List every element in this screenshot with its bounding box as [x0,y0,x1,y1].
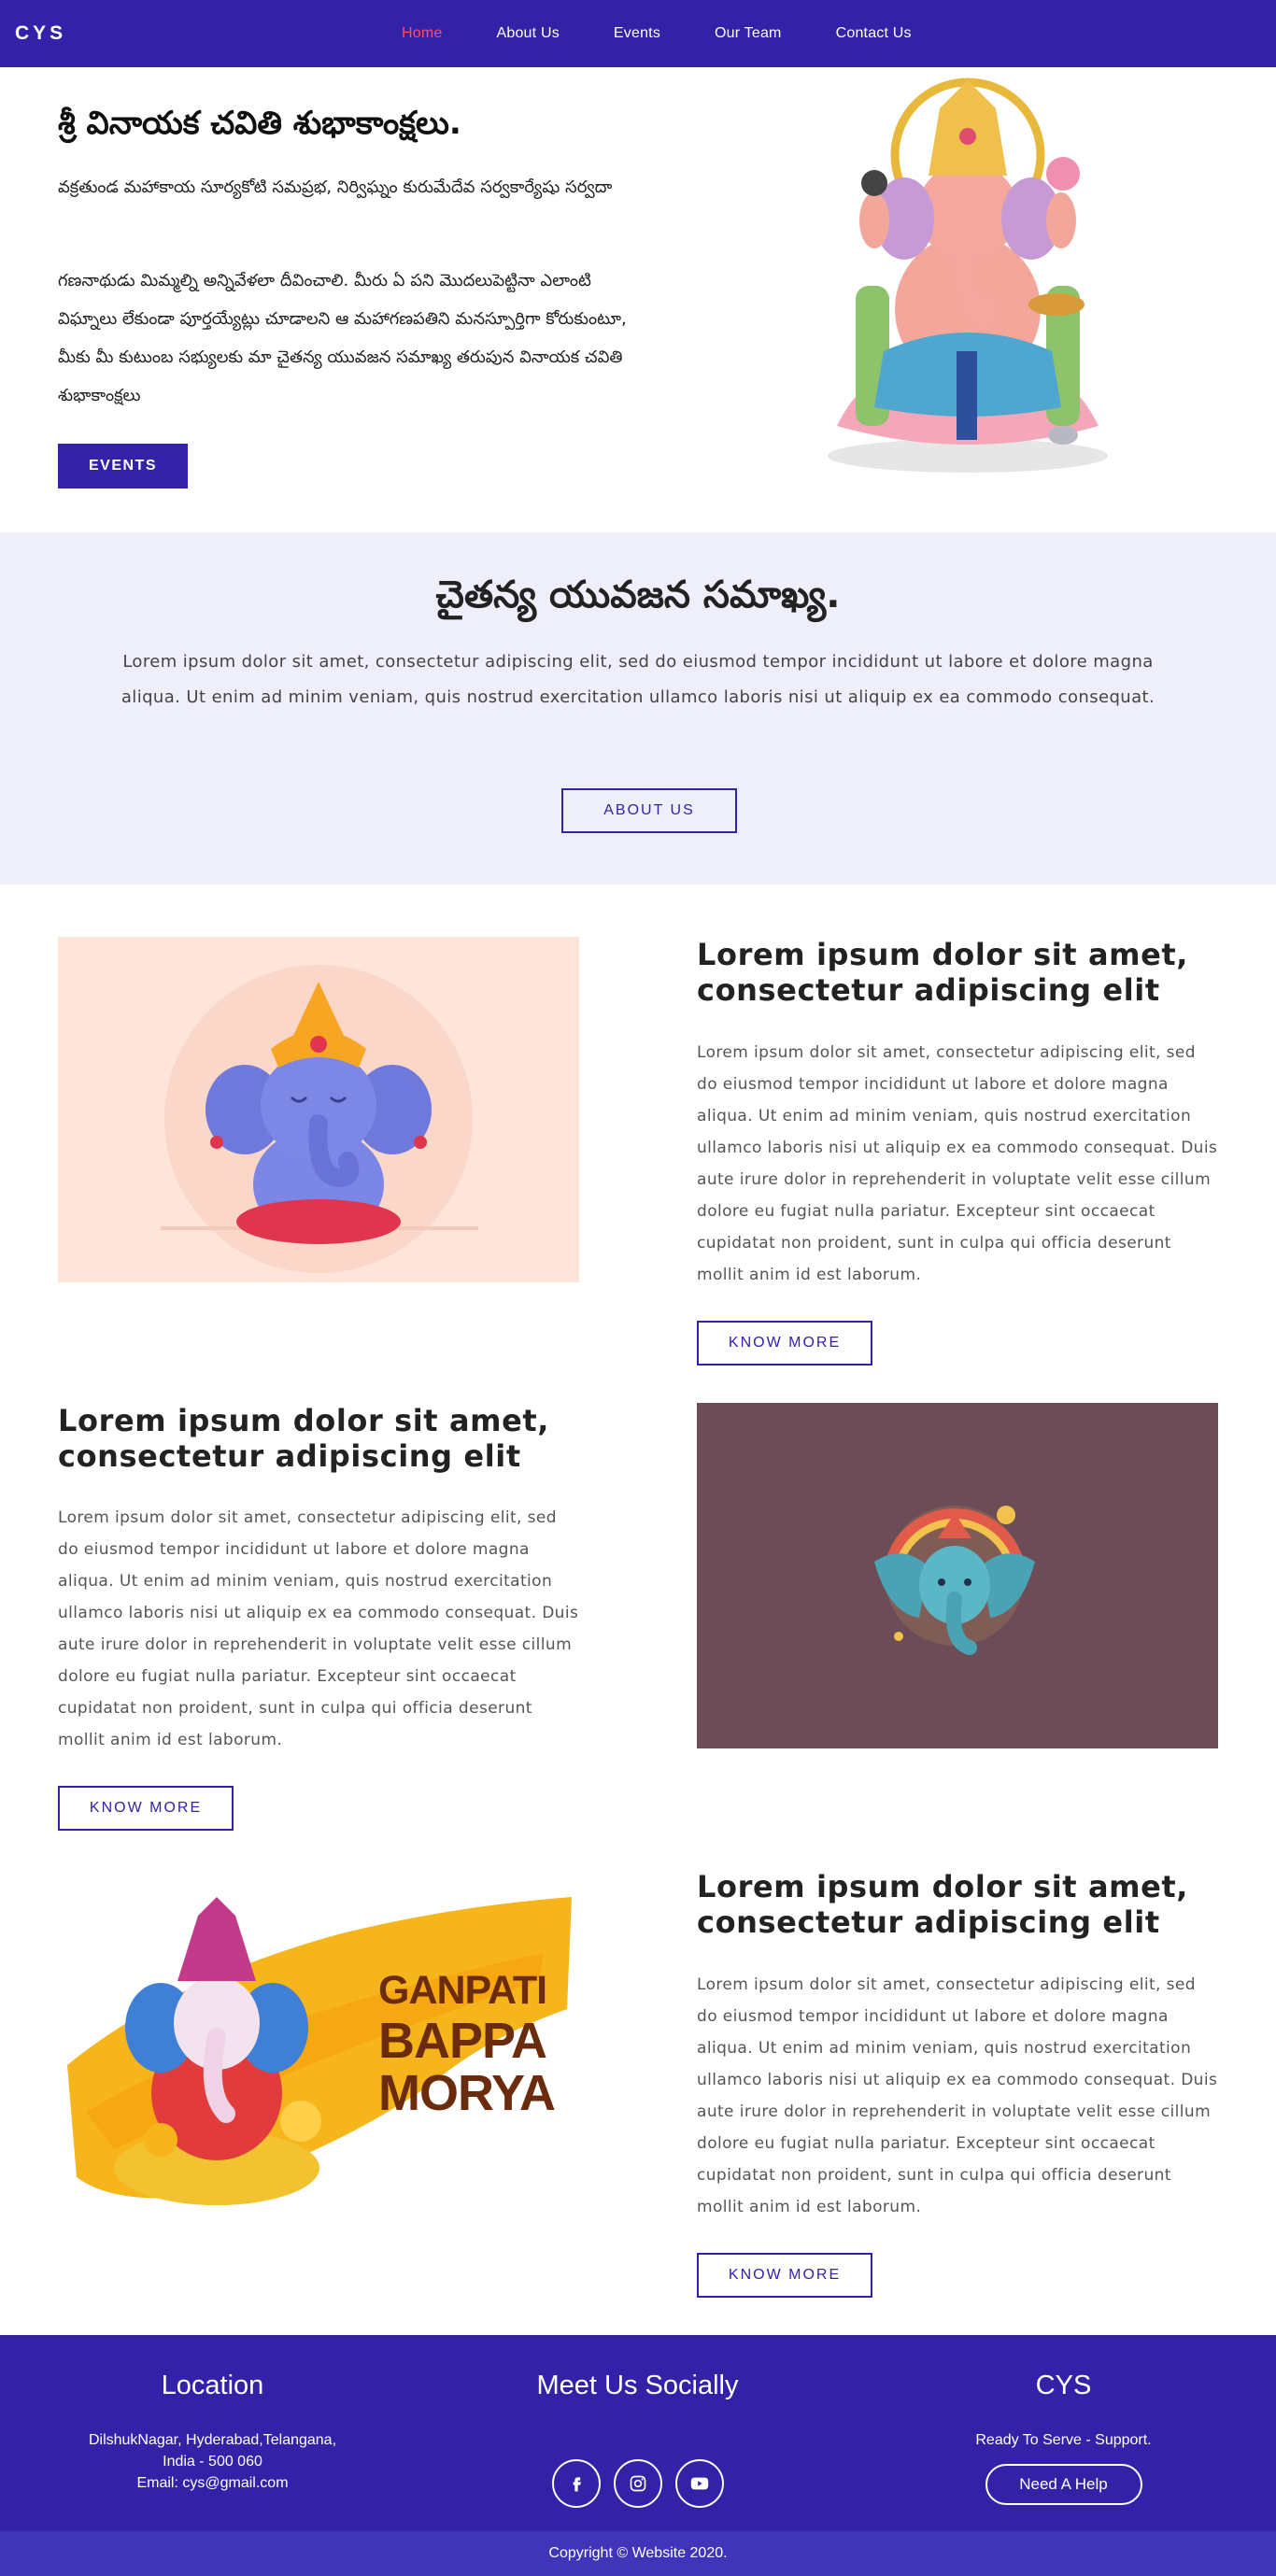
social-links [425,2459,850,2508]
know-more-button-3[interactable]: KNOW MORE [697,2253,872,2298]
feature-text-1: Lorem ipsum dolor sit amet, consectetur … [697,1043,1218,1284]
brand-logo[interactable]: CYS [15,22,66,45]
hero-body-text: గణనాథుడు మిమ్మల్ని అన్నివేళలా దీవించాలి.… [58,271,627,405]
footer-brand: CYS Ready To Serve - Support. Need A Hel… [851,2335,1276,2505]
morya-word: MORYA [378,2065,556,2121]
nav-link-home[interactable]: Home [402,25,442,42]
about-text: Lorem ipsum dolor sit amet, consectetur … [121,652,1155,707]
facebook-icon[interactable] [551,2459,601,2508]
ganpati-word: GANPATI [378,1968,547,2013]
about-title: చైతన్య యువజన సమాఖ్య. [435,573,841,616]
events-button[interactable]: EVENTS [58,444,188,488]
hero-subtitle: వక్రతుండ మహాకాయ సూర్యకోటి సమప్రభ, నిర్వి… [58,177,613,197]
footer-location: Location DilshukNagar, Hyderabad,Telanga… [0,2335,425,2494]
footer-tagline: Ready To Serve - Support. [975,2432,1152,2448]
hero-title: శ్రీ వినాయక చవితి శుభాకాంక్షలు. [58,105,461,142]
bappa-word: BAPPA [378,2013,547,2069]
nav-menu: Home About Us Events Our Team Contact Us [402,0,966,67]
nav-link-our-team[interactable]: Our Team [715,25,782,42]
footer-brand-title: CYS [1035,2371,1092,2400]
location-title: Location [161,2371,264,2400]
address-line-1: DilshukNagar, Hyderabad,Telangana, [88,2432,337,2448]
nav-link-events[interactable]: Events [614,25,660,42]
page: CYS Home About Us Events Our Team Contac… [0,0,1276,2576]
feature-image-2 [697,1403,1218,1748]
about-section: చైతన్య యువజన సమాఖ్య. Lorem ipsum dolor s… [0,532,1276,885]
need-help-button[interactable]: Need A Help [985,2464,1142,2505]
nav-link-contact-us[interactable]: Contact Us [836,25,912,42]
footer-email[interactable]: Email: cys@gmail.com [0,2472,425,2494]
feature-image-1 [58,937,579,1282]
footer: Location DilshukNagar, Hyderabad,Telanga… [0,2335,1276,2531]
footer-social: Meet Us Socially [425,2335,850,2508]
feature-text-2: Lorem ipsum dolor sit amet, consectetur … [58,1508,579,1749]
copyright-bar: Copyright © Website 2020. [0,2531,1276,2576]
ganpati-text-group: GANPATI BAPPA MORYA [378,1966,574,2119]
nav-link-about-us[interactable]: About Us [496,25,559,42]
know-more-button-2[interactable]: KNOW MORE [58,1786,234,1831]
feature-title-2: Lorem ipsum dolor sit amet, consectetur … [58,1403,550,1474]
feature-text-3: Lorem ipsum dolor sit amet, consectetur … [697,1975,1218,2216]
ganesha-illustration [828,78,1108,473]
feature-title-3: Lorem ipsum dolor sit amet, consectetur … [697,1869,1189,1940]
instagram-icon[interactable] [613,2459,662,2508]
navbar: CYS Home About Us Events Our Team Contac… [0,0,1276,67]
about-us-button[interactable]: ABOUT US [561,788,737,833]
feature-title-1: Lorem ipsum dolor sit amet, consectetur … [697,937,1189,1008]
social-title: Meet Us Socially [536,2371,739,2400]
address-line-2: India - 500 060 [163,2454,262,2470]
know-more-button-1[interactable]: KNOW MORE [697,1321,872,1366]
youtube-icon[interactable] [674,2459,724,2508]
